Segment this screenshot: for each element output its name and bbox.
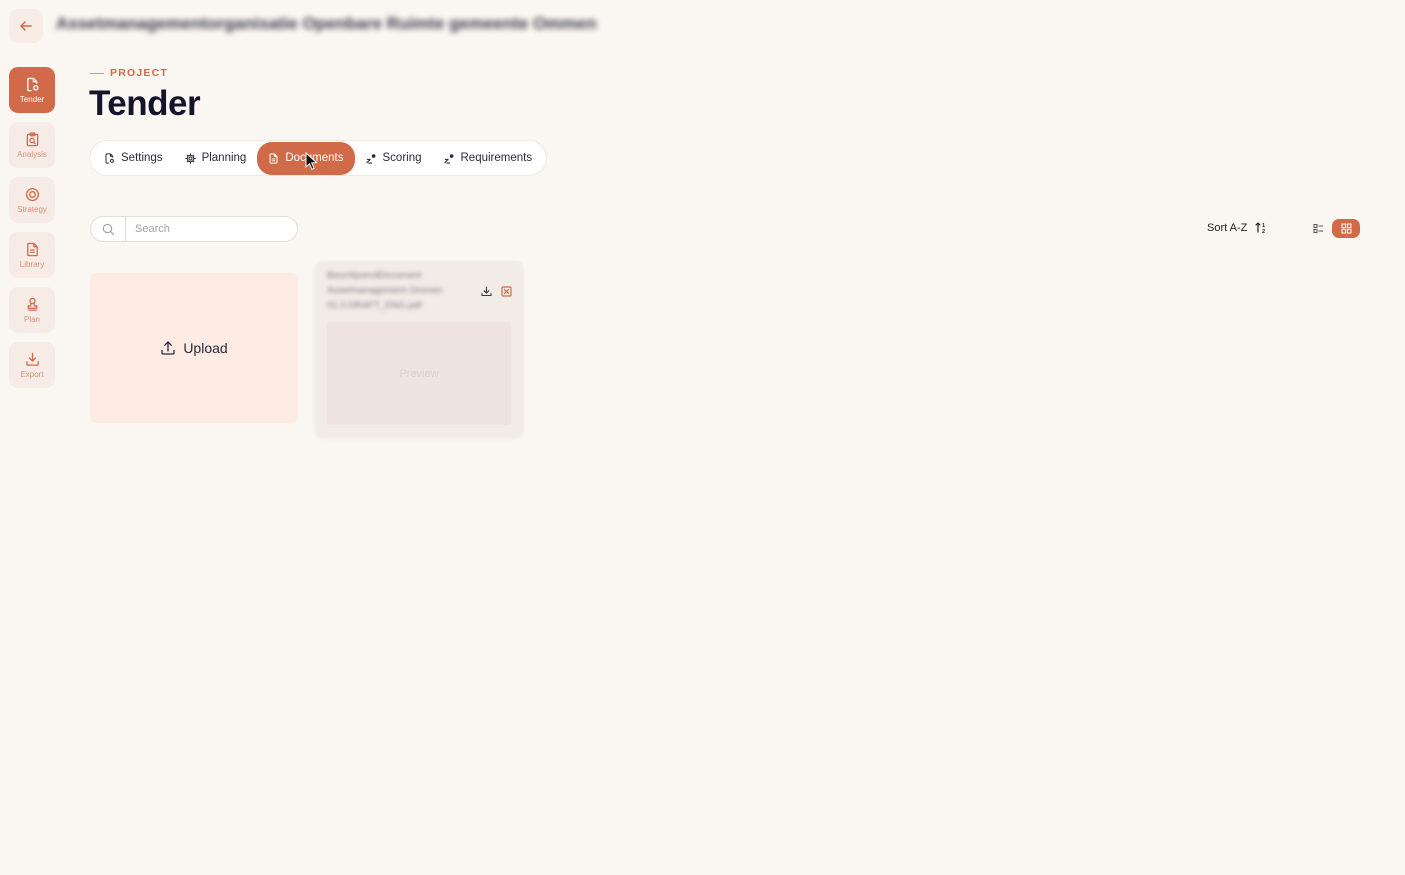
search-input[interactable] xyxy=(126,222,286,236)
file-settings-icon xyxy=(26,77,39,91)
sidebar-item-label: Analysis xyxy=(17,149,47,159)
list-view-icon xyxy=(1313,224,1323,233)
svg-text:2: 2 xyxy=(1262,229,1265,234)
sidebar: Tender Analysis Strategy Library Plan Ex… xyxy=(9,67,55,397)
sort-label: Sort A-Z xyxy=(1207,221,1248,234)
sidebar-item-tender[interactable]: Tender xyxy=(9,67,55,113)
document-icon xyxy=(26,242,38,256)
score-icon xyxy=(443,153,453,164)
organization-name: Assetmanagementorganisatie Openbare Ruim… xyxy=(56,14,597,33)
document-name: BeschijvendDocument Assetmanagement Omme… xyxy=(327,270,443,311)
delete-document-button[interactable] xyxy=(496,283,516,299)
delete-icon xyxy=(500,285,512,297)
tab-label: Documents xyxy=(285,152,344,164)
target-icon xyxy=(25,187,39,201)
sidebar-item-label: Plan xyxy=(23,314,40,324)
sidebar-item-label: Export xyxy=(20,369,44,379)
stamp-icon xyxy=(27,297,37,311)
upload-label: Upload xyxy=(183,340,228,356)
tab-label: Requirements xyxy=(460,152,533,164)
document-icon xyxy=(269,152,278,164)
eyebrow-label: PROJECT xyxy=(110,67,168,79)
grid-view-icon xyxy=(1341,223,1351,234)
grid-view-button[interactable] xyxy=(1332,219,1360,238)
sidebar-item-strategy[interactable]: Strategy xyxy=(9,177,55,223)
tab-label: Settings xyxy=(121,152,163,164)
document-actions xyxy=(476,283,516,299)
download-document-button[interactable] xyxy=(476,283,496,299)
document-preview: Preview xyxy=(327,322,511,425)
score-icon xyxy=(365,153,375,164)
file-settings-icon xyxy=(105,152,114,164)
sidebar-item-label: Library xyxy=(19,259,45,269)
sidebar-item-analysis[interactable]: Analysis xyxy=(9,122,55,168)
app: Assetmanagementorganisatie Openbare Ruim… xyxy=(0,0,1405,875)
upload-button[interactable]: Upload xyxy=(90,273,298,423)
download-icon xyxy=(480,285,492,296)
back-button[interactable] xyxy=(9,9,43,43)
sort-icon: 12 xyxy=(1255,222,1265,234)
upload-icon xyxy=(161,341,175,355)
sort-button[interactable]: Sort A-Z 12 xyxy=(1207,221,1268,235)
eyebrow-line xyxy=(90,72,104,74)
sidebar-item-export[interactable]: Export xyxy=(9,342,55,388)
page-title: Tender xyxy=(89,84,201,123)
search-icon xyxy=(91,217,126,241)
list-view-button[interactable] xyxy=(1304,219,1332,238)
tab-planning[interactable]: Planning xyxy=(174,143,258,173)
arrow-left-icon xyxy=(20,21,32,31)
sidebar-item-label: Tender xyxy=(19,94,45,104)
tab-requirements[interactable]: Requirements xyxy=(433,143,544,173)
tab-scoring[interactable]: Scoring xyxy=(355,143,433,173)
tab-settings[interactable]: Settings xyxy=(93,143,174,173)
document-card[interactable]: BeschijvendDocument Assetmanagement Omme… xyxy=(315,261,523,437)
tab-bar: Settings Planning Documents Scoring Requ… xyxy=(90,141,546,175)
section-eyebrow: PROJECT xyxy=(90,67,168,79)
tab-documents[interactable]: Documents xyxy=(257,141,355,175)
tab-label: Scoring xyxy=(382,152,422,164)
sidebar-item-label: Strategy xyxy=(17,204,47,214)
clipboard-search-icon xyxy=(26,131,38,146)
sidebar-item-library[interactable]: Library xyxy=(9,232,55,278)
sidebar-item-plan[interactable]: Plan xyxy=(9,287,55,333)
view-toggle xyxy=(1304,219,1360,238)
download-icon xyxy=(25,352,39,366)
gear-icon xyxy=(184,152,196,164)
search-box xyxy=(90,216,298,242)
tab-label: Planning xyxy=(201,152,247,164)
preview-label: Preview xyxy=(399,367,439,380)
